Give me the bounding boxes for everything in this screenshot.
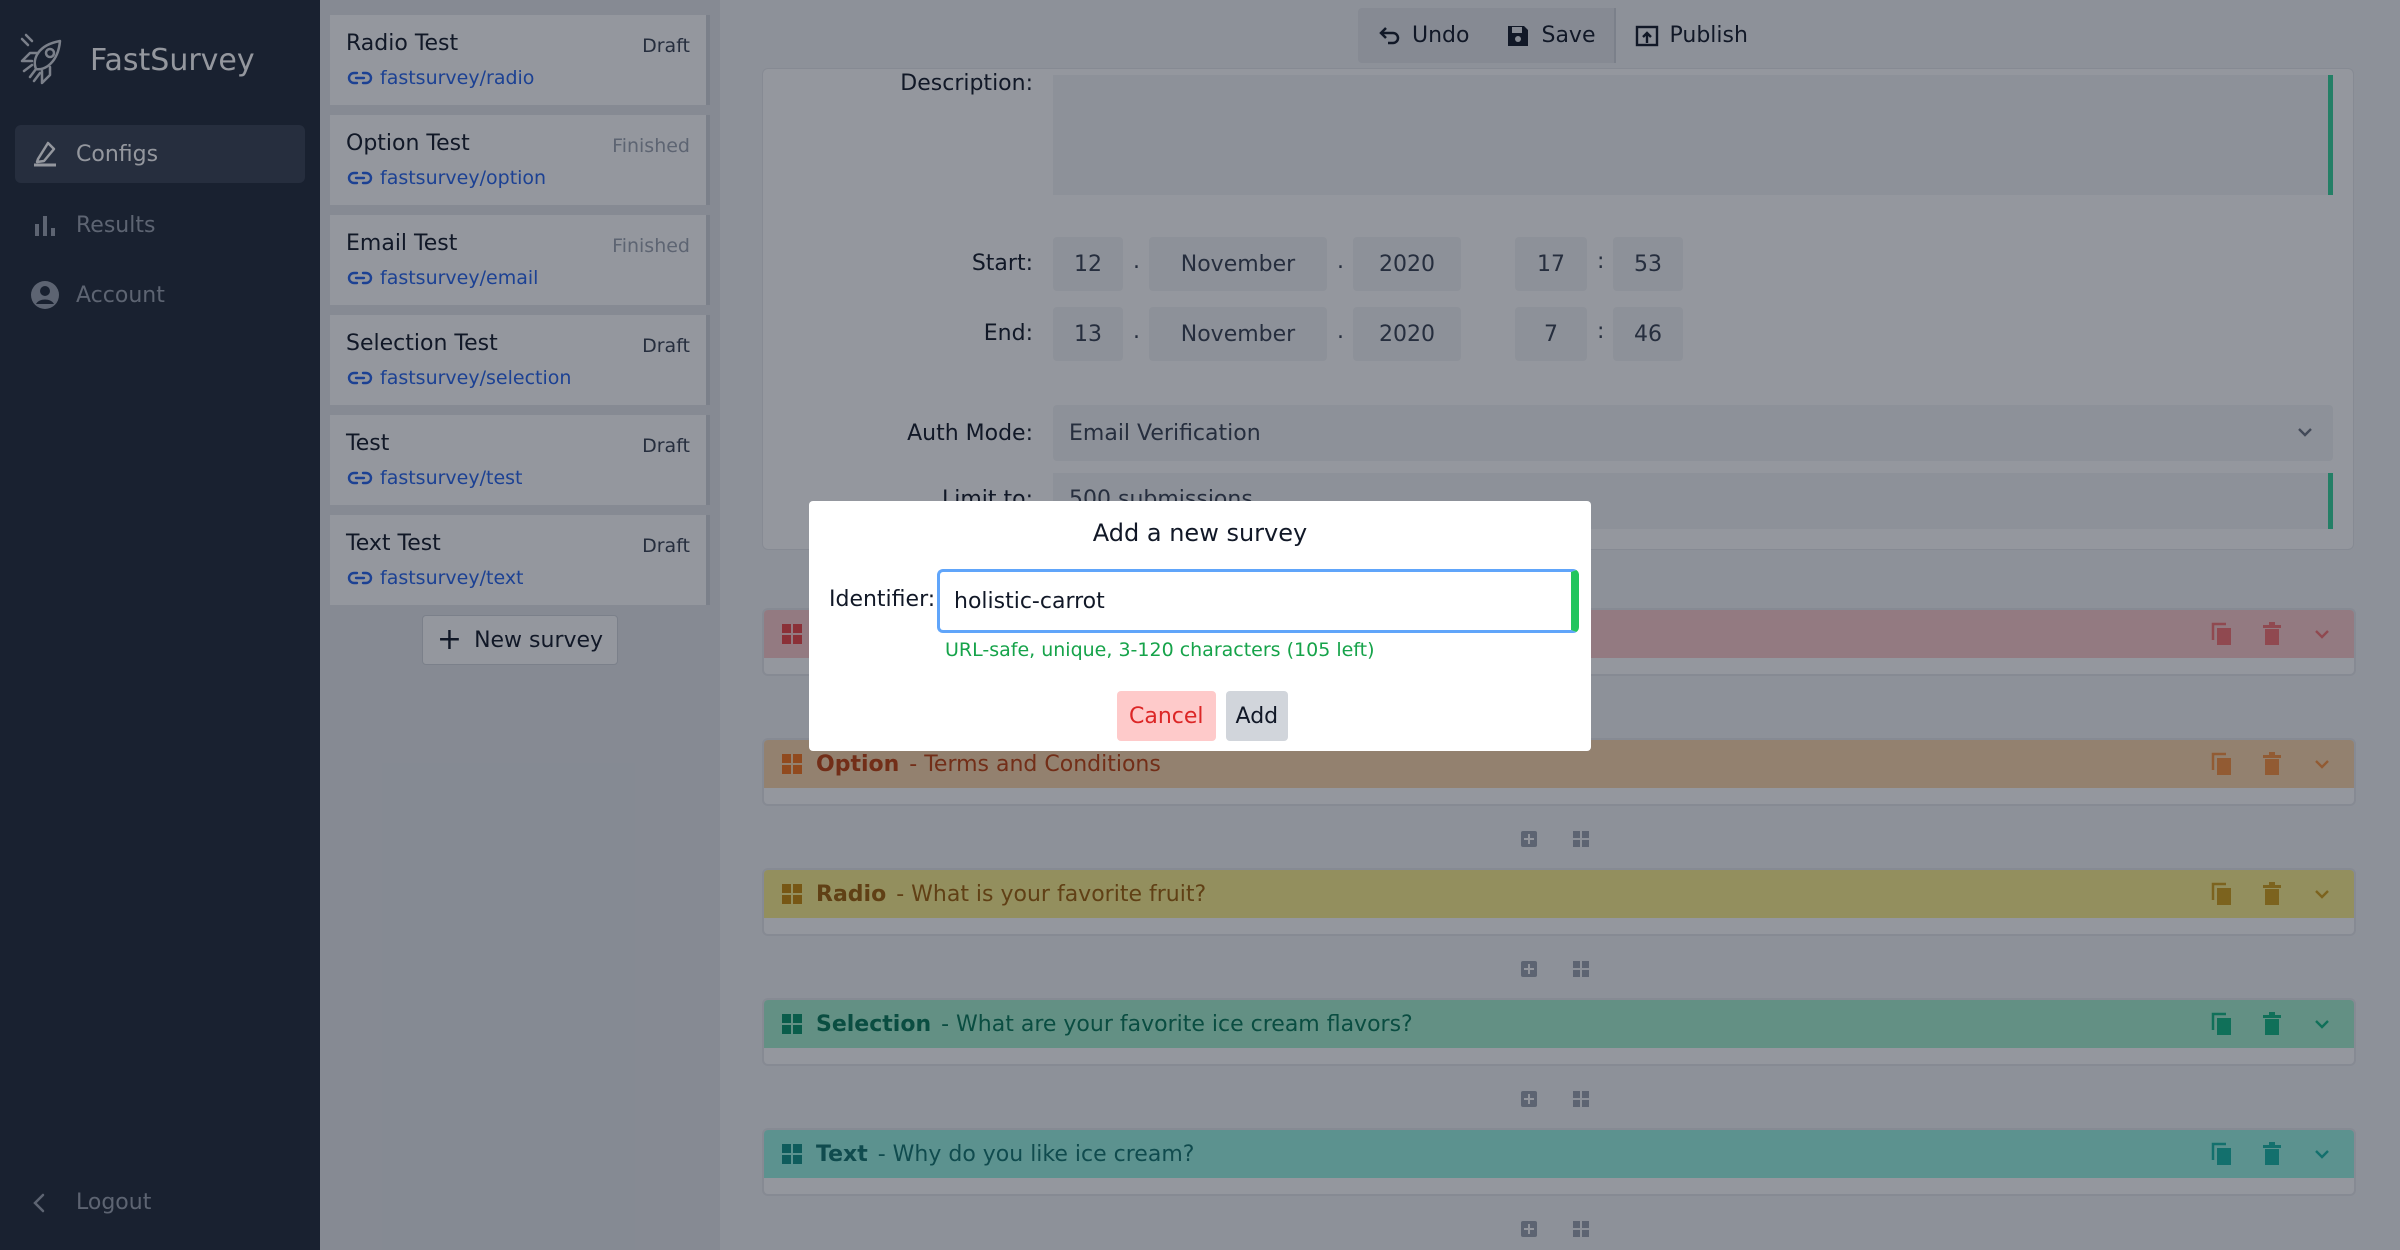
identifier-input[interactable]: [937, 569, 1579, 633]
cancel-button[interactable]: Cancel: [1117, 691, 1216, 741]
modal-buttons: Cancel Add: [1117, 691, 1289, 741]
modal-title: Add a new survey: [1092, 519, 1308, 547]
identifier-label: Identifier:: [829, 587, 936, 612]
add-survey-modal: Add a new survey Identifier: URL-safe, u…: [809, 501, 1591, 751]
identifier-hint: URL-safe, unique, 3-120 characters (105 …: [945, 639, 1375, 661]
add-button[interactable]: Add: [1225, 691, 1289, 741]
